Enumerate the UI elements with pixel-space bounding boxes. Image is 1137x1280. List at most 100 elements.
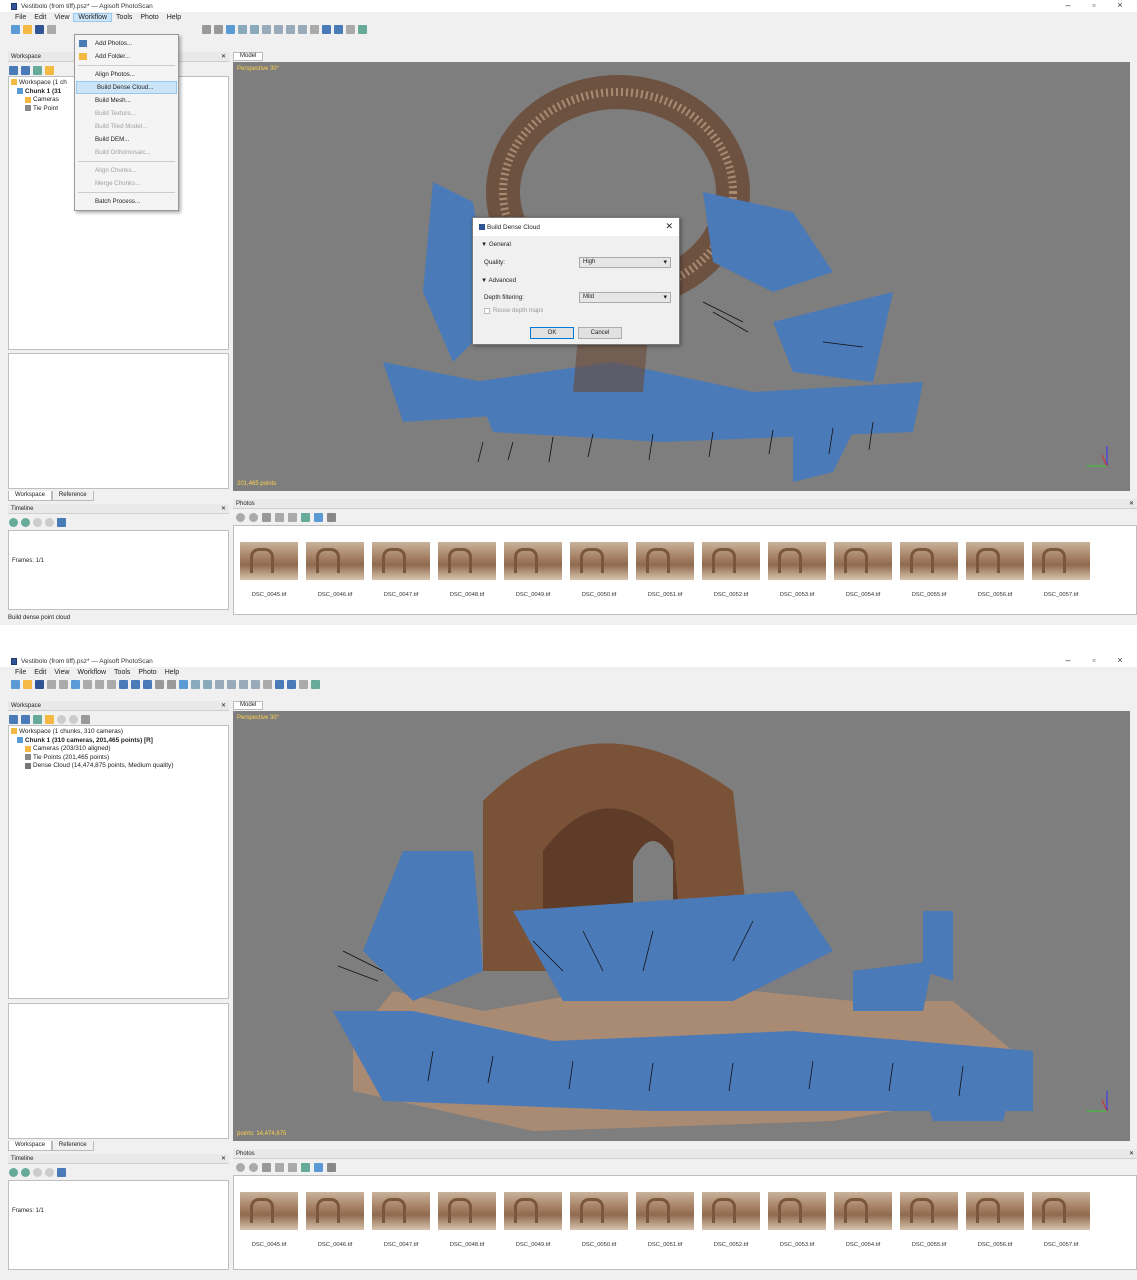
play-icon[interactable] [9,1167,18,1177]
photo-thumbnail[interactable]: DSC_0056.tif [966,1192,1024,1248]
resize-region-icon[interactable] [119,680,128,689]
rotate-cw-icon[interactable] [249,512,258,522]
menu-workflow[interactable]: Workflow [73,669,110,676]
quality-select[interactable]: High [579,257,671,268]
photo-thumbnail[interactable]: DSC_0050.tif [570,1192,628,1248]
tree-workspace[interactable]: Workspace (1 chunks, 310 cameras) [11,728,173,737]
points-icon[interactable] [250,25,259,34]
menu-edit[interactable]: Edit [30,669,50,676]
open-icon[interactable] [23,25,32,34]
settings-icon[interactable] [57,517,66,527]
general-group-label[interactable]: ▼ General [481,241,511,248]
next-frame-icon[interactable] [45,517,54,527]
move-region-icon[interactable] [131,680,140,689]
photo-thumbnail[interactable]: DSC_0057.tif [1032,1192,1090,1248]
crop-icon[interactable] [167,680,176,689]
redo-icon[interactable] [59,680,68,689]
photo-thumbnail[interactable]: DSC_0048.tif [438,542,496,598]
rotate-ccw-icon[interactable] [236,1162,245,1172]
zoom-in-icon[interactable] [239,680,248,689]
tree-tie-points[interactable]: Tie Points (201,465 points) [11,754,173,763]
menu-add-folder[interactable]: Add Folder... [75,50,178,63]
photo-thumbnail[interactable]: DSC_0051.tif [636,542,694,598]
menu-tools[interactable]: Tools [110,669,134,676]
enable-icon[interactable] [275,512,284,522]
rect-select-icon[interactable] [83,680,92,689]
minimize-button[interactable]: – [1055,0,1081,10]
photo-thumbnail[interactable]: DSC_0053.tif [768,1192,826,1248]
photo-thumbnail[interactable]: DSC_0054.tif [834,542,892,598]
menu-view[interactable]: View [50,669,73,676]
tree-tie-points[interactable]: Tie Point [11,105,67,114]
photo-thumbnail[interactable]: DSC_0055.tif [900,1192,958,1248]
prev-frame-icon[interactable] [33,517,42,527]
delete-icon[interactable] [202,25,211,34]
depth-filtering-select[interactable]: Mild [579,292,671,303]
record-icon[interactable] [21,517,30,527]
reset-view-icon[interactable] [310,25,319,34]
details-icon[interactable] [301,512,310,522]
menu-help[interactable]: Help [163,14,185,21]
details-icon[interactable] [301,1162,310,1172]
photo-thumbnail[interactable]: DSC_0047.tif [372,542,430,598]
shaded-icon[interactable] [238,25,247,34]
timeline-close-icon[interactable]: ✕ [221,1155,226,1162]
menu-build-dense-cloud[interactable]: Build Dense Cloud... [76,81,177,94]
photo-thumbnail[interactable]: DSC_0050.tif [570,542,628,598]
grid-icon[interactable] [226,25,235,34]
menu-build-dem[interactable]: Build DEM... [75,133,178,146]
record-icon[interactable] [21,1167,30,1177]
advanced-group-label[interactable]: ▼ Advanced [481,277,516,284]
thumbnails-icon[interactable] [314,512,323,522]
add-chunk-icon[interactable] [9,714,18,724]
cancel-button[interactable]: Cancel [578,327,622,339]
open-icon[interactable] [23,680,32,689]
new-icon[interactable] [11,25,20,34]
tree-workspace[interactable]: Workspace (1 ch [11,79,67,88]
photo-thumbnail[interactable]: DSC_0052.tif [702,542,760,598]
photo-thumbnail[interactable]: DSC_0055.tif [900,542,958,598]
photo-thumbnail[interactable]: DSC_0054.tif [834,1192,892,1248]
add-marker-icon[interactable] [33,714,42,724]
points-icon[interactable] [203,680,212,689]
tree-cameras[interactable]: Cameras [11,96,67,105]
photo-thumbnail[interactable]: DSC_0045.tif [240,542,298,598]
photo-thumbnail[interactable]: DSC_0045.tif [240,1192,298,1248]
rotate-right-icon[interactable] [274,25,283,34]
tab-reference[interactable]: Reference [51,491,94,501]
tab-model[interactable]: Model [233,52,264,61]
menu-align-photos[interactable]: Align Photos... [75,68,178,81]
photos-close-icon[interactable]: ✕ [1129,500,1134,507]
rotate-left-icon[interactable] [262,25,271,34]
panel-close-icon[interactable]: ✕ [221,702,226,709]
thumbnails-icon[interactable] [314,1162,323,1172]
menu-file[interactable]: File [11,14,30,21]
enable-icon[interactable] [57,714,66,724]
menu-photo[interactable]: Photo [136,14,162,21]
close-button[interactable]: × [1107,0,1133,10]
move-icon[interactable] [311,680,320,689]
disable-icon[interactable] [69,714,78,724]
delete-icon[interactable] [155,680,164,689]
undo-icon[interactable] [47,680,56,689]
rotate-ccw-icon[interactable] [236,512,245,522]
flag-icon[interactable] [287,680,296,689]
enable-icon[interactable] [275,1162,284,1172]
photo-thumbnail[interactable]: DSC_0046.tif [306,542,364,598]
menu-add-photos[interactable]: Add Photos... [75,37,178,50]
timeline-close-icon[interactable]: ✕ [221,505,226,512]
tab-reference[interactable]: Reference [51,1141,94,1151]
minimize-button[interactable]: – [1055,655,1081,665]
move-icon[interactable] [358,25,367,34]
tab-model[interactable]: Model [233,701,264,710]
remove-photo-icon[interactable] [262,1162,271,1172]
flag-icon[interactable] [334,25,343,34]
photo-thumbnail[interactable]: DSC_0053.tif [768,542,826,598]
ruler-icon[interactable] [299,680,308,689]
shaded-icon[interactable] [191,680,200,689]
photo-thumbnail[interactable]: DSC_0051.tif [636,1192,694,1248]
add-chunk-icon[interactable] [9,65,18,75]
tree-chunk[interactable]: Chunk 1 (31 [11,88,67,97]
dialog-close-icon[interactable]: ✕ [665,221,673,232]
circle-select-icon[interactable] [95,680,104,689]
